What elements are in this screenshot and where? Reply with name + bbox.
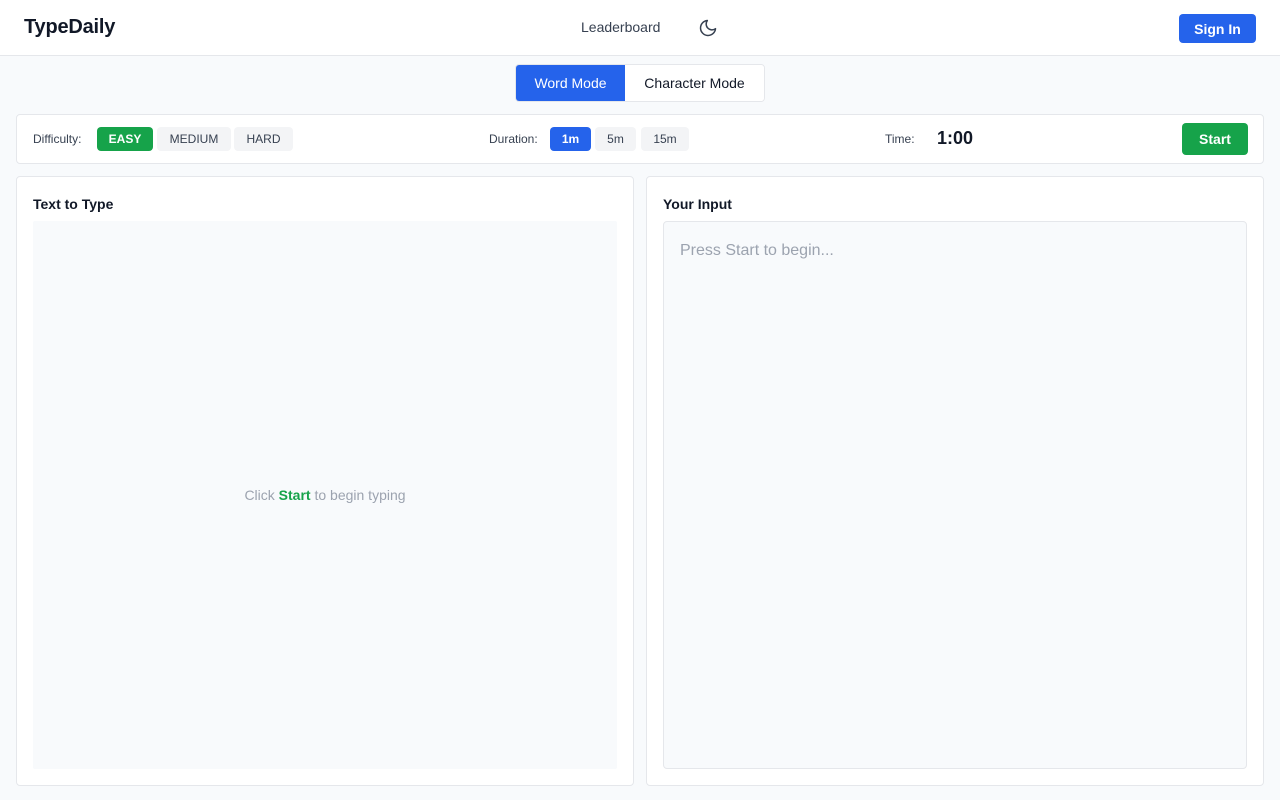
text-to-type-panel: Text to Type Click Start to begin typing (16, 176, 634, 786)
character-mode-tab[interactable]: Character Mode (625, 65, 764, 101)
duration-label: Duration: (489, 132, 538, 146)
difficulty-hard-button[interactable]: HARD (234, 127, 293, 151)
difficulty-easy-button[interactable]: EASY (97, 127, 153, 151)
time-label: Time: (885, 132, 915, 146)
difficulty-label: Difficulty: (33, 132, 82, 146)
text-display: Click Start to begin typing (33, 221, 617, 769)
your-input-title: Your Input (663, 196, 732, 212)
moon-icon (699, 19, 717, 37)
mode-switch: Word Mode Character Mode (515, 64, 765, 102)
duration-1m-button[interactable]: 1m (550, 127, 591, 151)
sign-in-button[interactable]: Sign In (1179, 14, 1256, 43)
prompt-after: to begin typing (314, 487, 406, 503)
typing-input[interactable] (663, 221, 1247, 769)
time-remaining: 1:00 (937, 128, 974, 148)
leaderboard-link[interactable]: Leaderboard (581, 19, 660, 35)
duration-15m-button[interactable]: 15m (641, 127, 689, 151)
theme-toggle-button[interactable] (697, 17, 719, 39)
your-input-panel: Your Input (646, 176, 1264, 786)
word-mode-tab[interactable]: Word Mode (516, 65, 625, 101)
text-to-type-title: Text to Type (33, 196, 114, 212)
prompt-before: Click (244, 487, 275, 503)
settings-bar: Difficulty: EASY MEDIUM HARD Duration: 1… (16, 114, 1264, 164)
top-navbar: TypeDaily Leaderboard Sign In (0, 0, 1280, 56)
app-logo[interactable]: TypeDaily (24, 16, 115, 39)
duration-5m-button[interactable]: 5m (595, 127, 636, 151)
start-button[interactable]: Start (1182, 123, 1248, 155)
difficulty-medium-button[interactable]: MEDIUM (157, 127, 231, 151)
prompt-start-highlight: Start (278, 487, 311, 503)
